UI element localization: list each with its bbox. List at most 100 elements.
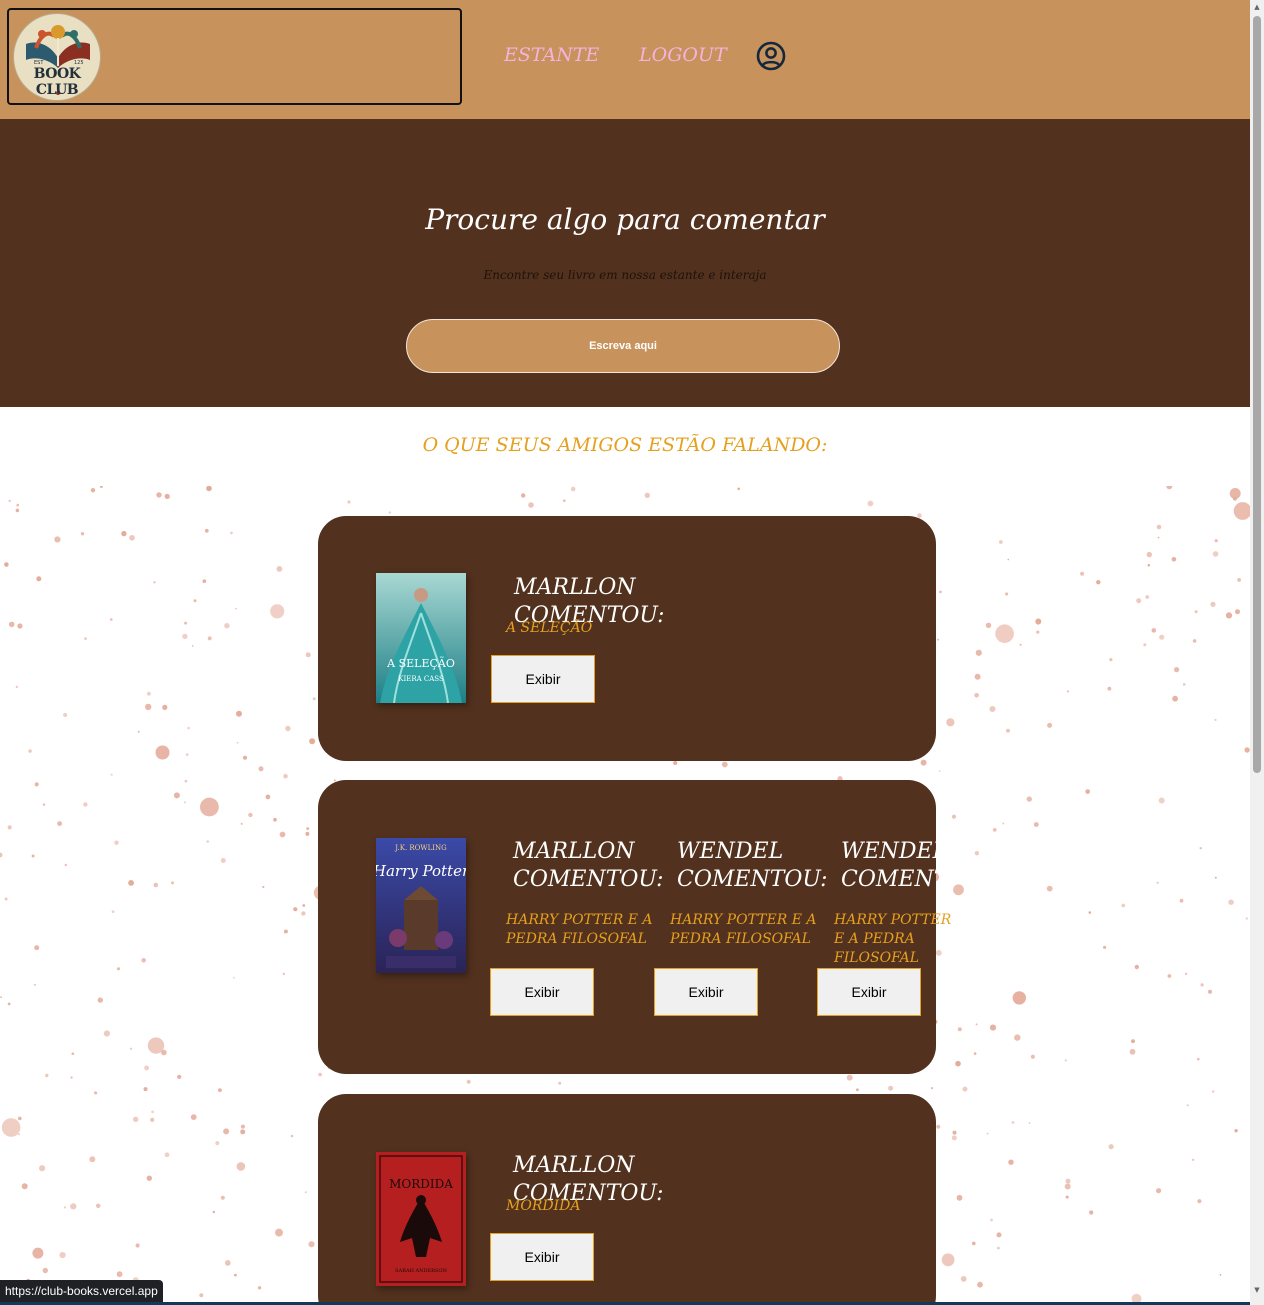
comment-book-title: A SELEÇÃO (506, 620, 593, 636)
speckle-dot (84, 637, 87, 641)
scroll-down-arrow-icon[interactable]: ▼ (1253, 1286, 1261, 1294)
speckle-dot (1011, 1121, 1015, 1124)
speckle-dot (466, 1079, 471, 1084)
speckle-dot (1192, 1158, 1195, 1161)
speckle-dot (305, 652, 311, 658)
speckle-dot (110, 773, 113, 776)
search-input[interactable]: Escreva aqui (406, 319, 840, 373)
svg-text:J.K. ROWLING: J.K. ROWLING (394, 844, 447, 852)
speckle-dot (1158, 797, 1165, 804)
book-cover-mordida[interactable]: MORDIDA SARAH ANDERSON (376, 1152, 466, 1286)
speckle-dot (956, 1194, 963, 1201)
speckle-dot (1026, 796, 1033, 802)
speckle-dot (128, 880, 135, 886)
speckle-dot (0, 852, 3, 858)
speckle-dot (1214, 718, 1217, 721)
speckle-dot (888, 1085, 894, 1091)
speckle-dot (145, 703, 152, 711)
speckle-dot (0, 996, 3, 999)
speckle-dot (1129, 1048, 1136, 1055)
svg-text:SARAH ANDERSON: SARAH ANDERSON (395, 1268, 447, 1274)
speckle-dot (974, 673, 981, 680)
speckle-dot (63, 1206, 67, 1209)
exibir-button[interactable]: Exibir (491, 655, 595, 703)
exibir-button[interactable]: Exibir (654, 968, 758, 1016)
speckle-dot (1046, 885, 1053, 892)
comment-card: J.K. ROWLING Harry Potter MARLLON COMENT… (318, 780, 951, 1074)
speckle-dot (930, 1087, 934, 1090)
speckle-dot (1156, 1188, 1162, 1194)
speckle-dot (1089, 1210, 1094, 1215)
speckle-dot (182, 633, 188, 640)
speckle-dot (1197, 1057, 1200, 1061)
speckle-dot (1047, 722, 1053, 728)
speckle-dot (184, 621, 188, 625)
speckle-dot (15, 508, 20, 513)
exibir-button[interactable]: Exibir (490, 968, 594, 1016)
friends-section-title: O QUE SEUS AMIGOS ESTÃO FALANDO: (422, 434, 828, 456)
speckle-dot (974, 851, 980, 856)
exibir-button[interactable]: Exibir (490, 1233, 594, 1281)
speckle-dot (388, 511, 392, 514)
speckle-dot (248, 812, 253, 818)
speckle-dot (153, 581, 156, 584)
speckle-dot (28, 749, 32, 753)
scroll-up-arrow-icon[interactable]: ▲ (1253, 3, 1261, 11)
speckle-dot (941, 1253, 955, 1267)
speckle-dot (63, 713, 68, 717)
speckle-dot (1005, 592, 1009, 596)
speckle-dot (193, 599, 197, 603)
scroll-thumb[interactable] (1253, 16, 1261, 773)
speckle-dot (936, 1124, 941, 1129)
exibir-button[interactable]: Exibir (817, 968, 921, 1016)
speckle-dot (1186, 1104, 1189, 1107)
user-circle-icon[interactable] (756, 41, 786, 71)
speckle-dot (974, 693, 979, 698)
speckle-dot (153, 882, 159, 888)
speckle-dot (177, 1074, 182, 1079)
speckle-dot (1157, 536, 1160, 539)
speckle-dot (258, 766, 264, 772)
speckle-dot (1019, 643, 1022, 646)
speckle-dot (202, 579, 207, 583)
link-preview-status: https://club-books.vercel.app (0, 1280, 163, 1302)
nav-estante-link[interactable]: ESTANTE (504, 44, 599, 66)
speckle-dot (1007, 558, 1010, 561)
speckle-dot (290, 1134, 294, 1138)
speckle-dot (955, 1060, 961, 1067)
speckle-dot (1103, 945, 1107, 949)
speckle-dot (94, 1091, 98, 1095)
speckle-dot (1085, 789, 1091, 794)
search-hero: Procure algo para comentar Encontre seu … (0, 119, 1250, 407)
speckle-dot (953, 884, 964, 896)
speckle-dot (939, 590, 942, 594)
speckle-dot (70, 1076, 73, 1079)
nav-logout-link[interactable]: LOGOUT (639, 44, 727, 66)
speckle-dot (143, 1087, 148, 1092)
speckle-dot (16, 503, 20, 507)
book-club-logo[interactable]: EST 125 BOOK CLUB (13, 13, 101, 101)
speckle-dot (146, 1175, 152, 1181)
speckle-dot (563, 499, 566, 502)
speckle-dot (206, 486, 212, 492)
speckle-dot (528, 502, 534, 508)
speckle-dot (1008, 1159, 1014, 1165)
speckle-dot (99, 486, 103, 488)
speckle-dot (1134, 964, 1140, 970)
page-scrollbar[interactable]: ▲ ▼ (1250, 0, 1264, 1305)
speckle-dot (116, 1271, 123, 1278)
speckle-dot (972, 1241, 976, 1246)
speckle-dot (1212, 551, 1219, 557)
speckle-dot (200, 797, 219, 817)
book-cover-a-selecao[interactable]: A SELEÇÃO KIERA CASS (376, 573, 466, 703)
speckle-dot (1136, 598, 1142, 604)
speckle-dot (243, 755, 247, 760)
logo-container[interactable]: EST 125 BOOK CLUB (7, 8, 462, 105)
speckle-dot (39, 1165, 46, 1172)
book-cover-harry-potter[interactable]: J.K. ROWLING Harry Potter (376, 838, 466, 973)
speckle-dot (973, 1052, 977, 1055)
speckle-dot (164, 493, 170, 499)
speckle-dot (116, 967, 121, 971)
speckle-dot (54, 536, 61, 543)
logo-text: BOOK CLUB (33, 66, 81, 98)
